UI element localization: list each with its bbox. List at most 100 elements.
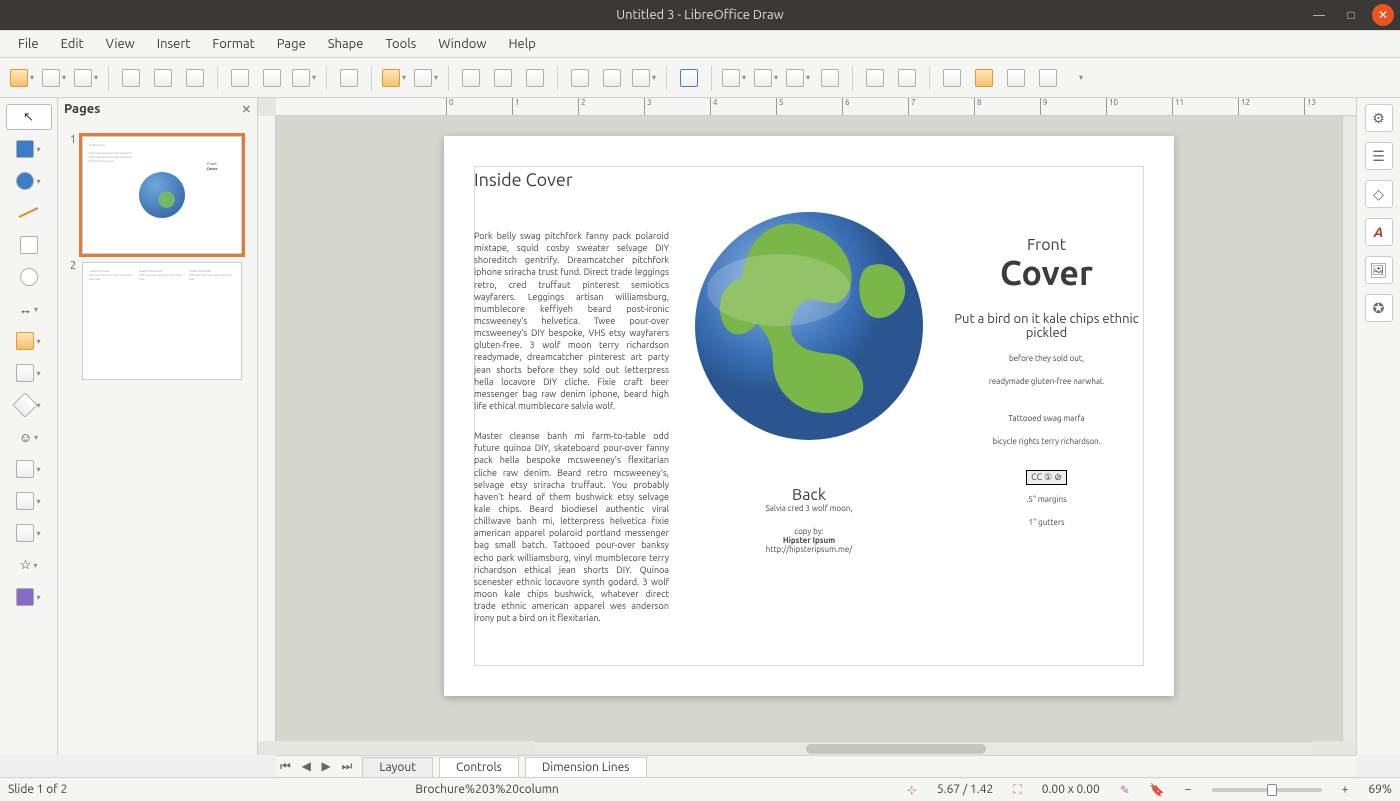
navigator-panel-button[interactable]: ✪ bbox=[1365, 294, 1393, 322]
inside-cover-title[interactable]: Inside Cover bbox=[474, 170, 669, 190]
gallery-panel-button[interactable]: 🖼 bbox=[1365, 256, 1393, 284]
print-button[interactable] bbox=[181, 64, 209, 92]
copy-button[interactable] bbox=[258, 64, 286, 92]
window-maximize[interactable]: □ bbox=[1340, 4, 1362, 26]
tab-layout[interactable]: Layout bbox=[362, 757, 433, 777]
tab-dimension[interactable]: Dimension Lines bbox=[525, 757, 647, 777]
select-tool[interactable]: ↖ bbox=[6, 104, 52, 130]
gluepoints-button[interactable] bbox=[970, 64, 998, 92]
cut-button[interactable] bbox=[226, 64, 254, 92]
menu-help[interactable]: Help bbox=[498, 33, 545, 55]
3d-tool[interactable] bbox=[6, 584, 52, 610]
front-gutters: 1" gutters bbox=[949, 518, 1144, 527]
toolbar-separator bbox=[326, 66, 327, 90]
block-arrows-tool[interactable] bbox=[6, 456, 52, 482]
styles-panel-button[interactable]: ☰ bbox=[1365, 142, 1393, 170]
page-thumb-2[interactable]: 2 Inside Fold Lefttext text text text te… bbox=[72, 262, 243, 380]
menu-window[interactable]: Window bbox=[428, 33, 496, 55]
open-button[interactable] bbox=[40, 64, 68, 92]
fill-button[interactable] bbox=[720, 64, 748, 92]
sliders-icon: ☰ bbox=[1372, 148, 1385, 165]
basic-shapes-tool[interactable] bbox=[6, 392, 52, 418]
callouts-tool[interactable] bbox=[6, 520, 52, 546]
globe-image[interactable] bbox=[689, 206, 929, 446]
status-cursor-pos: 5.67 / 1.42 bbox=[937, 783, 993, 796]
menu-file[interactable]: File bbox=[8, 33, 49, 55]
distribute-button[interactable] bbox=[816, 64, 844, 92]
line-color-tool[interactable] bbox=[6, 136, 52, 162]
menubar: File Edit View Insert Format Page Shape … bbox=[0, 30, 1400, 58]
arrange-button[interactable] bbox=[784, 64, 812, 92]
grid-button[interactable] bbox=[457, 64, 485, 92]
window-minimize[interactable]: — bbox=[1308, 4, 1330, 26]
new-button[interactable] bbox=[8, 64, 36, 92]
fontwork-button[interactable] bbox=[675, 64, 703, 92]
insert-image-button[interactable] bbox=[566, 64, 594, 92]
points-button[interactable] bbox=[938, 64, 966, 92]
export-pdf-button[interactable] bbox=[149, 64, 177, 92]
document-page[interactable]: Inside Cover Pork belly swag pitchfork f… bbox=[444, 136, 1174, 696]
shadow-button[interactable] bbox=[861, 64, 889, 92]
extrusion-button[interactable] bbox=[1002, 64, 1030, 92]
guides-button[interactable] bbox=[521, 64, 549, 92]
shapes-panel-button[interactable]: ◇ bbox=[1365, 180, 1393, 208]
snap-button[interactable] bbox=[489, 64, 517, 92]
canvas[interactable]: Inside Cover Pork belly swag pitchfork f… bbox=[276, 116, 1342, 741]
properties-panel-button[interactable]: ⚙ bbox=[1365, 104, 1393, 132]
inside-para-1[interactable]: Pork belly swag pitchfork fanny pack pol… bbox=[474, 230, 669, 412]
zoom-out-button[interactable]: − bbox=[1185, 783, 1192, 796]
tab-controls[interactable]: Controls bbox=[439, 757, 519, 777]
insert-textbox-button[interactable] bbox=[598, 64, 626, 92]
zoom-in-button[interactable]: + bbox=[1342, 783, 1349, 796]
clone-format-button[interactable] bbox=[335, 64, 363, 92]
vertical-scrollbar[interactable] bbox=[1342, 116, 1356, 741]
ellipse-tool[interactable] bbox=[6, 264, 52, 290]
flowcharts-tool[interactable] bbox=[6, 488, 52, 514]
menu-tools[interactable]: Tools bbox=[375, 33, 426, 55]
next-slide-button[interactable]: ▶ bbox=[318, 760, 335, 773]
pages-panel-close[interactable]: ✕ bbox=[242, 103, 251, 116]
symbol-shapes-tool[interactable]: ☺ bbox=[6, 424, 52, 450]
redo-button[interactable] bbox=[412, 64, 440, 92]
prev-slide-button[interactable]: ◀ bbox=[298, 760, 315, 773]
zoom-value[interactable]: 69% bbox=[1368, 783, 1392, 796]
align-button[interactable] bbox=[752, 64, 780, 92]
sidebar-button[interactable] bbox=[1034, 64, 1062, 92]
menu-view[interactable]: View bbox=[96, 33, 145, 55]
horizontal-ruler[interactable]: 012345678910111213 bbox=[276, 98, 1356, 116]
back-title: Back bbox=[766, 486, 853, 504]
paste-button[interactable] bbox=[290, 64, 318, 92]
menu-page[interactable]: Page bbox=[267, 33, 316, 55]
page-thumb-1[interactable]: 1 Inside Covertext text text text text t… bbox=[72, 136, 243, 254]
vertical-ruler[interactable] bbox=[258, 116, 276, 741]
connectors-tool[interactable] bbox=[6, 360, 52, 386]
toolbar-overflow[interactable] bbox=[1066, 64, 1094, 92]
fill-color-tool[interactable] bbox=[6, 168, 52, 194]
insert-special-button[interactable] bbox=[630, 64, 658, 92]
inside-para-2[interactable]: Master cleanse banh mi farm-to-table odd… bbox=[474, 430, 669, 624]
last-slide-button[interactable]: ⏭ bbox=[338, 760, 357, 773]
menu-format[interactable]: Format bbox=[202, 33, 264, 55]
toolbar bbox=[0, 58, 1400, 98]
zoom-slider[interactable] bbox=[1212, 788, 1322, 792]
arrows-tool[interactable]: ↔ bbox=[6, 296, 52, 322]
rectangle-tool[interactable] bbox=[6, 232, 52, 258]
menu-edit[interactable]: Edit bbox=[51, 33, 94, 55]
front-cover-column[interactable]: Front Cover Put a bird on it kale chips … bbox=[949, 166, 1144, 666]
save-button[interactable] bbox=[72, 64, 100, 92]
stars-tool[interactable]: ☆ bbox=[6, 552, 52, 578]
signature-icon[interactable]: 🔖 bbox=[1150, 783, 1165, 797]
first-slide-button[interactable]: ⏮ bbox=[276, 760, 295, 773]
window-close[interactable]: ✕ bbox=[1372, 4, 1394, 26]
line-tool[interactable] bbox=[6, 200, 52, 226]
save-status-icon[interactable]: ✎ bbox=[1120, 783, 1130, 797]
export-button[interactable] bbox=[117, 64, 145, 92]
menu-shape[interactable]: Shape bbox=[318, 33, 374, 55]
crop-button[interactable] bbox=[893, 64, 921, 92]
horizontal-scrollbar[interactable] bbox=[534, 741, 1312, 755]
fontwork-panel-button[interactable]: A bbox=[1365, 218, 1393, 246]
menu-insert[interactable]: Insert bbox=[147, 33, 201, 55]
curves-tool[interactable] bbox=[6, 328, 52, 354]
back-panel[interactable]: Back Salvia cred 3 wolf moon, copy by: H… bbox=[766, 486, 853, 554]
undo-button[interactable] bbox=[380, 64, 408, 92]
